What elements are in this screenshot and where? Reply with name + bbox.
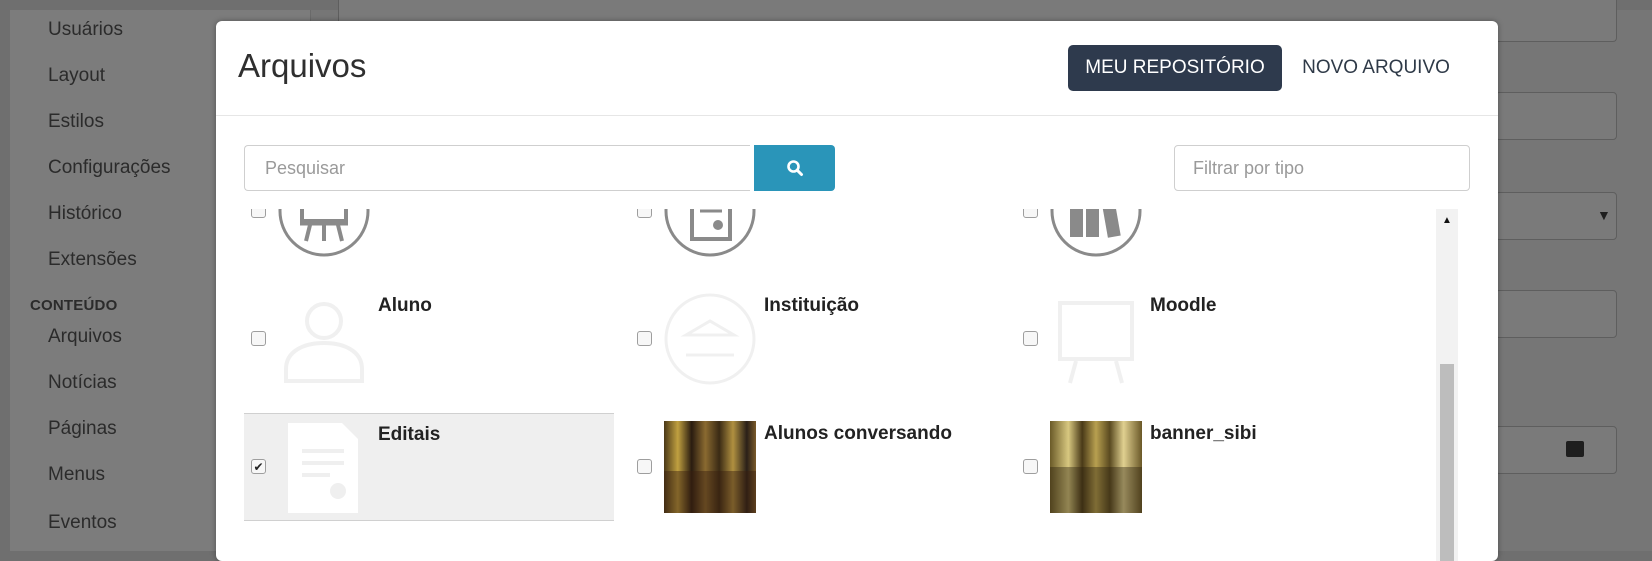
file-name: Instituição xyxy=(764,295,860,316)
books-icon xyxy=(1050,209,1142,257)
modal-header: Arquivos MEU REPOSITÓRIO NOVO ARQUIVO xyxy=(216,21,1498,116)
file-checkbox[interactable] xyxy=(1023,331,1038,346)
sidebar-item-eventos[interactable]: Eventos xyxy=(48,512,117,534)
file-grid-scrollbar[interactable]: ▲ xyxy=(1436,209,1458,561)
sidebar-item-noticias[interactable]: Notícias xyxy=(48,372,117,394)
calendar-icon xyxy=(1566,441,1584,457)
sidebar-item-usuarios[interactable]: Usuários xyxy=(48,19,123,41)
search-icon xyxy=(786,160,803,176)
file-checkbox[interactable] xyxy=(1023,209,1038,218)
file-checkbox-checked[interactable]: ✔ xyxy=(251,459,266,474)
file-checkbox[interactable] xyxy=(251,209,266,218)
files-modal: Arquivos MEU REPOSITÓRIO NOVO ARQUIVO Pe… xyxy=(216,21,1498,561)
tab-meu-repositorio[interactable]: MEU REPOSITÓRIO xyxy=(1068,45,1282,91)
document-icon xyxy=(664,209,756,257)
file-name: banner_sibi xyxy=(1150,423,1257,444)
file-item[interactable] xyxy=(630,209,1000,263)
sidebar-item-arquivos[interactable]: Arquivos xyxy=(48,326,122,348)
search-button[interactable] xyxy=(754,145,835,191)
easel-icon xyxy=(1058,301,1134,384)
modal-title: Arquivos xyxy=(238,47,367,84)
file-item[interactable]: Aluno xyxy=(244,285,614,391)
file-name: Aluno xyxy=(378,295,432,316)
sidebar-item-layout[interactable]: Layout xyxy=(48,65,105,87)
background-date-field xyxy=(1495,426,1617,474)
easel-icon xyxy=(278,209,370,257)
filter-type-input[interactable] xyxy=(1174,145,1470,191)
photo-thumbnail xyxy=(664,421,756,513)
file-checkbox[interactable] xyxy=(637,331,652,346)
scroll-thumb[interactable] xyxy=(1440,364,1454,561)
background-field xyxy=(1495,290,1617,338)
file-item[interactable] xyxy=(244,209,614,263)
document-icon xyxy=(288,423,358,513)
file-item[interactable]: banner_sibi xyxy=(1016,413,1386,519)
search-input[interactable] xyxy=(244,145,750,191)
tab-novo-arquivo[interactable]: NOVO ARQUIVO xyxy=(1296,45,1456,91)
sidebar-item-configuracoes[interactable]: Configurações xyxy=(48,157,171,179)
file-item-selected[interactable]: ✔ Editais xyxy=(244,413,614,521)
file-checkbox[interactable] xyxy=(251,331,266,346)
file-item[interactable]: Moodle xyxy=(1016,285,1386,391)
sidebar-section-conteudo: CONTEÚDO xyxy=(30,297,118,314)
photo-thumbnail xyxy=(1050,421,1142,513)
file-checkbox[interactable] xyxy=(637,209,652,218)
sidebar-item-menus[interactable]: Menus xyxy=(48,464,105,486)
sidebar-item-estilos[interactable]: Estilos xyxy=(48,111,104,133)
file-name: Editais xyxy=(378,424,441,445)
institution-icon xyxy=(664,293,756,385)
file-item[interactable] xyxy=(1016,209,1386,263)
file-checkbox[interactable] xyxy=(1023,459,1038,474)
scroll-up-arrow-icon[interactable]: ▲ xyxy=(1436,211,1458,229)
sidebar-item-paginas[interactable]: Páginas xyxy=(48,418,117,440)
select-arrow-icon: ▼ xyxy=(1597,207,1611,223)
sidebar-item-historico[interactable]: Histórico xyxy=(48,203,122,225)
file-item[interactable]: Alunos conversando xyxy=(630,413,1000,519)
background-field xyxy=(1495,92,1617,140)
file-name: Moodle xyxy=(1150,295,1217,316)
file-name: Alunos conversando xyxy=(764,423,952,444)
file-item[interactable]: Instituição xyxy=(630,285,1000,391)
sidebar-item-extensoes[interactable]: Extensões xyxy=(48,249,137,271)
file-checkbox[interactable] xyxy=(637,459,652,474)
student-icon xyxy=(284,302,364,383)
file-grid: Aluno Instituição Moodle ✔ Editais Aluno… xyxy=(244,209,1432,561)
